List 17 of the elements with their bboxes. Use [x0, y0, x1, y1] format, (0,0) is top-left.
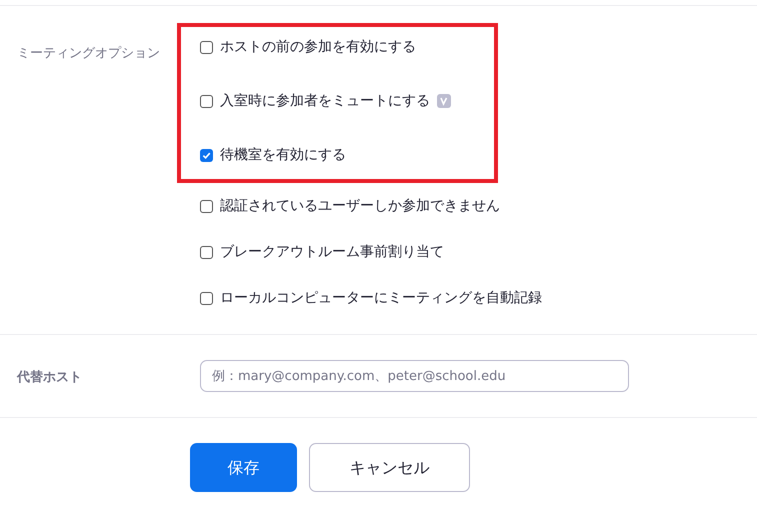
section-label: ミーティングオプション — [17, 46, 160, 61]
option-label: ブレークアウトルーム事前割り当て — [220, 242, 444, 262]
checkbox[interactable] — [200, 94, 213, 108]
input-field[interactable]: 例：mary@company.com、peter@school.edu — [200, 360, 629, 392]
checkbox[interactable] — [200, 200, 213, 212]
option-label: ローカルコンピューターにミーティングを自動記録 — [220, 288, 542, 308]
save-button[interactable]: 保存 — [190, 443, 297, 492]
option-label: 入室時に参加者をミュートにする — [220, 92, 430, 110]
checkbox[interactable] — [200, 246, 213, 258]
option-label: ホストの前の参加を有効にする — [220, 38, 416, 56]
checkbox[interactable] — [200, 292, 213, 304]
checkbox[interactable] — [200, 148, 213, 162]
cancel-button[interactable]: キャンセル — [309, 443, 470, 492]
checkbox[interactable] — [200, 40, 213, 54]
option-label: 待機室を有効にする — [220, 146, 346, 164]
field-label: 代替ホスト — [17, 370, 82, 385]
option-label: 認証されているユーザーしか参加できません — [220, 196, 500, 216]
